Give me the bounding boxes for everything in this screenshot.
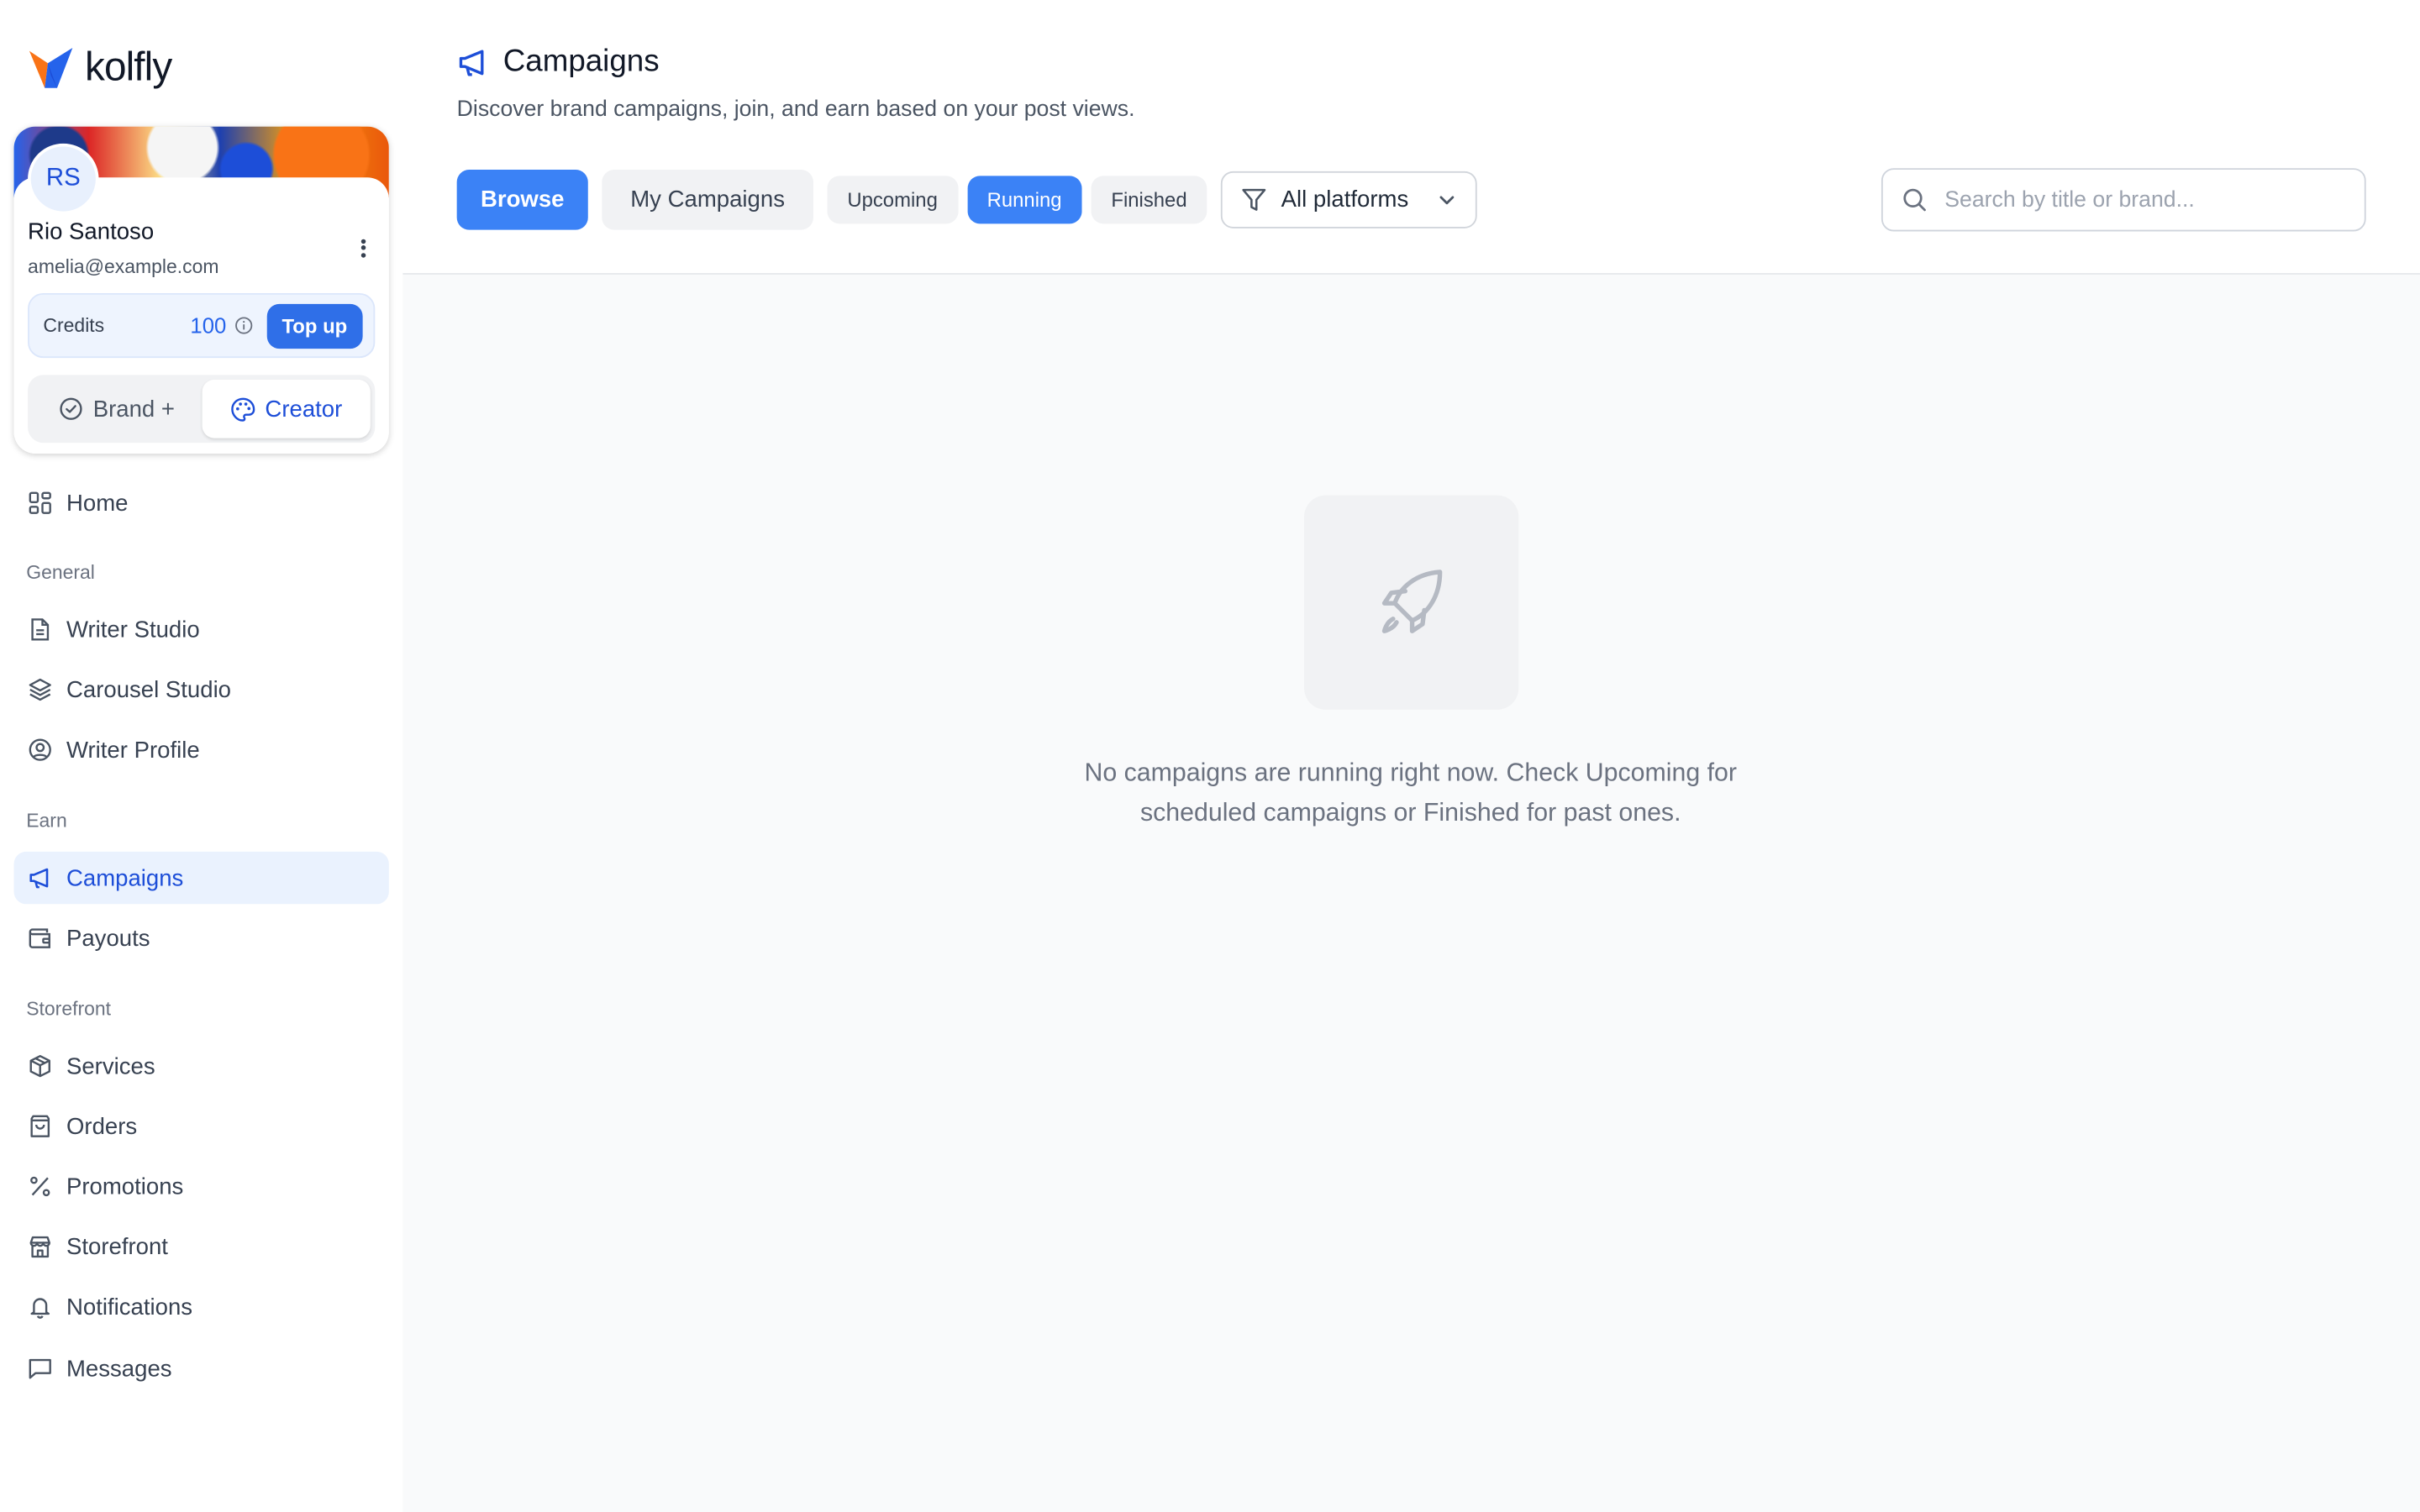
empty-state-line-2: scheduled campaigns or Finished for past… — [1139, 799, 1681, 827]
percent-icon — [30, 1176, 50, 1197]
sidebar-item-services[interactable]: Services — [14, 1040, 389, 1092]
info-icon[interactable] — [234, 317, 253, 335]
sidebar-item-notifications[interactable]: Notifications — [14, 1280, 389, 1332]
sidebar-item-storefront[interactable]: Storefront — [14, 1221, 389, 1273]
top-up-button[interactable]: Top up — [266, 302, 363, 349]
user-circle-icon — [29, 738, 51, 761]
filter-icon — [1242, 188, 1266, 211]
page-header: Campaigns Discover brand campaigns, join… — [402, 0, 2420, 275]
page-title: Campaigns — [457, 45, 660, 80]
role-creator-label: Creator — [265, 396, 343, 423]
page-subtitle: Discover brand campaigns, join, and earn… — [456, 97, 1135, 123]
layers-icon — [29, 678, 51, 701]
search-input[interactable] — [1941, 186, 2346, 214]
wallet-icon — [29, 928, 50, 948]
credits-panel: Credits 100 Top up — [28, 292, 376, 359]
more-options-icon[interactable] — [355, 236, 370, 260]
empty-state-message: No campaigns are running right now. Chec… — [1025, 753, 1797, 833]
filter-finished[interactable]: Finished — [1091, 176, 1207, 224]
brand-logo[interactable]: kolfly — [26, 42, 172, 92]
megaphone-icon — [29, 868, 49, 889]
sidebar: kolfly RS Rio Santoso amelia@example.com… — [0, 0, 403, 1512]
role-toggle: Brand + Creator — [28, 375, 376, 444]
nav-section-storefront: Storefront — [26, 998, 112, 1021]
credits-label: Credits — [43, 314, 105, 337]
message-square-icon — [29, 1358, 51, 1379]
layout-grid-icon — [29, 491, 51, 514]
chevron-down-icon — [1439, 196, 1455, 205]
page-title-text: Campaigns — [502, 45, 660, 79]
sidebar-item-label: Notifications — [66, 1294, 193, 1320]
shopping-bag-icon — [30, 1115, 50, 1137]
platform-select[interactable]: All platforms — [1221, 171, 1477, 228]
sidebar-item-home[interactable]: Home — [14, 477, 389, 529]
palette-icon — [230, 396, 255, 421]
file-text-icon — [31, 618, 50, 641]
sidebar-item-carousel-studio[interactable]: Carousel Studio — [14, 664, 389, 716]
box-icon — [29, 1055, 50, 1078]
sidebar-item-label: Writer Studio — [66, 616, 200, 643]
main-content: Campaigns Discover brand campaigns, join… — [402, 0, 2420, 1512]
sidebar-item-label: Carousel Studio — [66, 676, 232, 703]
role-brand-option[interactable]: Brand + — [33, 380, 202, 438]
sidebar-item-campaigns[interactable]: Campaigns — [13, 851, 389, 905]
empty-state-illustration — [1304, 495, 1519, 710]
tab-my-campaigns[interactable]: My Campaigns — [602, 170, 813, 230]
sidebar-item-label: Services — [66, 1053, 155, 1079]
sidebar-item-orders[interactable]: Orders — [14, 1100, 389, 1152]
nav-section-earn: Earn — [26, 810, 67, 832]
campaign-tabs: Browse My Campaigns Upcoming Running Fin… — [456, 170, 1477, 230]
sidebar-item-writer-profile[interactable]: Writer Profile — [14, 723, 389, 775]
sidebar-item-payouts[interactable]: Payouts — [14, 911, 389, 963]
empty-state-line-1: No campaigns are running right now. Chec… — [1084, 759, 1738, 787]
tab-browse[interactable]: Browse — [456, 170, 588, 230]
sidebar-item-writer-studio[interactable]: Writer Studio — [14, 603, 389, 655]
nav-section-general: General — [26, 561, 95, 584]
profile-email: amelia@example.com — [28, 255, 219, 278]
rocket-icon — [1381, 569, 1442, 633]
campaigns-list-area: No campaigns are running right now. Chec… — [402, 274, 2420, 1512]
sidebar-item-label: Storefront — [66, 1233, 168, 1260]
credits-value: 100 — [190, 312, 227, 339]
kolfly-logo-icon — [29, 47, 73, 88]
sidebar-item-messages[interactable]: Messages — [14, 1342, 389, 1394]
search-field[interactable] — [1881, 168, 2366, 232]
sidebar-item-label: Orders — [66, 1113, 138, 1140]
sidebar-item-label: Home — [66, 490, 129, 517]
sidebar-item-label: Writer Profile — [66, 737, 200, 764]
bell-icon — [30, 1298, 50, 1319]
search-icon — [1903, 188, 1926, 212]
filter-upcoming[interactable]: Upcoming — [827, 176, 958, 224]
filter-running[interactable]: Running — [966, 176, 1082, 224]
sidebar-item-label: Payouts — [66, 925, 150, 952]
megaphone-icon — [459, 50, 484, 76]
role-creator-option[interactable]: Creator — [201, 379, 371, 438]
check-circle-icon — [60, 397, 83, 420]
profile-card: RS Rio Santoso amelia@example.com Credit… — [13, 126, 389, 454]
sidebar-item-promotions[interactable]: Promotions — [14, 1160, 389, 1212]
store-icon — [29, 1236, 50, 1258]
profile-name: Rio Santoso — [28, 218, 155, 246]
sidebar-item-label: Promotions — [66, 1173, 184, 1200]
avatar[interactable]: RS — [28, 143, 99, 215]
sidebar-item-label: Campaigns — [66, 864, 184, 891]
brand-name: kolfly — [85, 42, 172, 89]
sidebar-item-label: Messages — [66, 1355, 172, 1382]
profile-body: RS Rio Santoso amelia@example.com Credit… — [13, 143, 389, 454]
platform-select-value: All platforms — [1281, 186, 1409, 213]
role-brand-label: Brand + — [92, 396, 175, 423]
